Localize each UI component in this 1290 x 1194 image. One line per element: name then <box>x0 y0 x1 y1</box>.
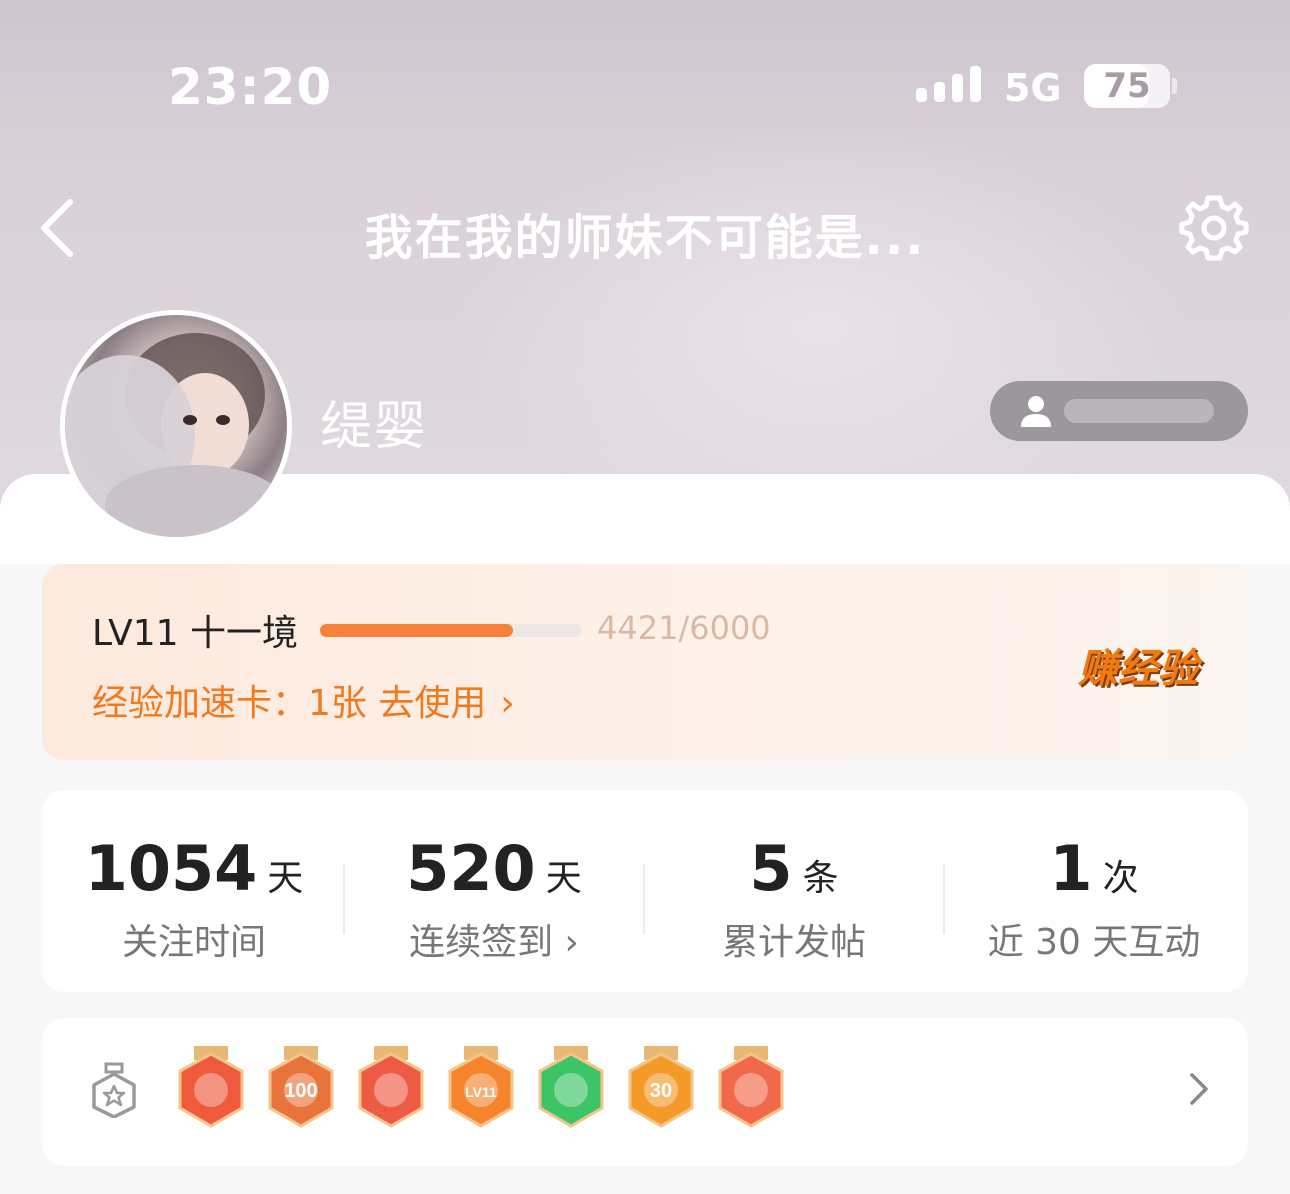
exp-boost-text: 经验加速卡：1张 去使用 <box>92 683 487 724</box>
username: 缇婴 <box>320 397 429 457</box>
settings-button[interactable] <box>1178 192 1250 264</box>
stat-label: 关注时间 <box>121 922 266 963</box>
stat-value: 1054 <box>84 832 258 905</box>
stat-checkin-streak[interactable]: 520 天 连续签到 › <box>344 832 644 965</box>
stat-label: 连续签到 › <box>409 922 579 963</box>
gear-icon <box>1179 195 1249 261</box>
battery-tip <box>1172 78 1177 94</box>
stat-unit: 条 <box>802 858 839 899</box>
cat-badge <box>358 1046 424 1128</box>
avatar[interactable] <box>60 310 292 542</box>
stat-unit: 天 <box>267 858 304 899</box>
battery-indicator: 75 <box>1084 64 1170 108</box>
svg-text:100: 100 <box>284 1080 317 1102</box>
stat-value: 5 <box>749 832 793 905</box>
svg-text:LV11: LV11 <box>465 1084 497 1100</box>
chevron-right-icon: › <box>500 683 515 724</box>
stat-value: 520 <box>406 832 536 905</box>
level-card <box>42 564 1248 760</box>
stat-unit: 次 <box>1102 858 1139 899</box>
medal-icon <box>92 1062 136 1118</box>
level-progress-text: 4421/6000 <box>597 609 771 647</box>
svg-text:30: 30 <box>650 1080 672 1102</box>
level-progress-bar <box>320 624 582 637</box>
avatar-image <box>65 333 285 537</box>
level-label: LV11 十一境 <box>92 613 298 654</box>
100-days-badge: 100 <box>268 1046 334 1128</box>
status-time: 23:20 <box>168 58 333 116</box>
chevron-right-icon[interactable] <box>1186 1072 1212 1106</box>
stat-total-posts: 5条 累计发帖 <box>644 832 944 965</box>
stat-value: 1 <box>1049 832 1093 905</box>
blurred-label <box>1064 399 1214 423</box>
level-progress-fill <box>320 624 514 637</box>
stat-recent-interactions: 1次 近 30 天互动 <box>944 832 1244 965</box>
stat-unit: 天 <box>545 858 582 899</box>
cat-badge <box>178 1046 244 1128</box>
stat-follow-time: 1054 天 关注时间 <box>44 832 344 965</box>
follow-button[interactable] <box>990 381 1248 441</box>
30-days-badge: 30 <box>628 1046 694 1128</box>
exp-boost-card-link[interactable]: 经验加速卡：1张 去使用 › <box>92 674 515 726</box>
chevron-left-icon <box>41 199 73 257</box>
stat-label: 累计发帖 <box>721 922 866 963</box>
stat-label: 近 30 天互动 <box>987 922 1201 963</box>
back-button[interactable] <box>34 196 94 260</box>
battery-level: 75 <box>1103 66 1151 106</box>
user-icon <box>1021 396 1051 427</box>
lv11-badge: LV11 <box>448 1046 514 1128</box>
signal-icon <box>916 66 982 108</box>
earn-exp-button[interactable]: 赚经验 <box>1078 636 1198 694</box>
network-type: 5G <box>1004 66 1062 110</box>
hand-badge <box>538 1046 604 1128</box>
rock-hand-badge <box>718 1046 784 1128</box>
page-title: 我在我的师妹不可能是... <box>364 210 926 266</box>
